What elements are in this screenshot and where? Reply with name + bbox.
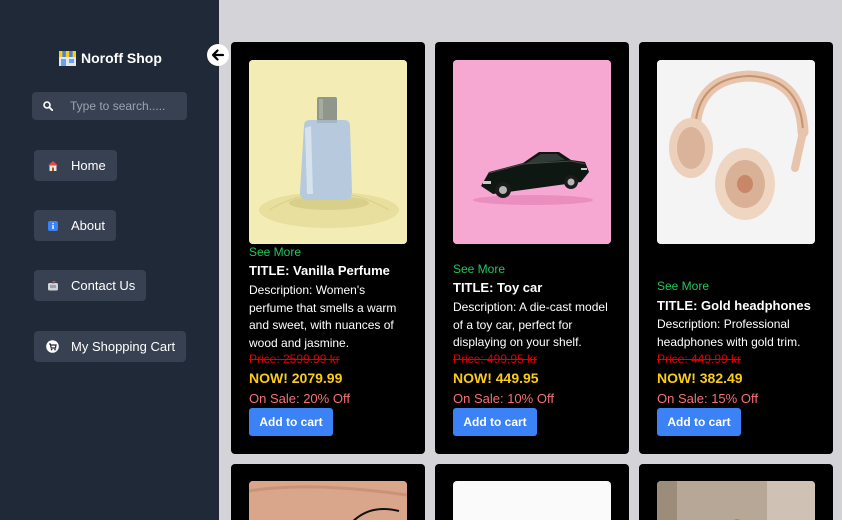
product-title: TITLE: Toy car — [453, 280, 543, 295]
cart-icon — [46, 340, 59, 353]
product-card: See More TITLE: Toy car Description: A d… — [435, 42, 629, 454]
nav-cart-label: My Shopping Cart — [71, 339, 176, 354]
product-title: TITLE: Vanilla Perfume — [249, 263, 390, 278]
brand-name: Noroff Shop — [81, 50, 162, 66]
product-card — [231, 464, 425, 520]
sale-badge: On Sale: 10% Off — [453, 391, 554, 406]
old-price: Price: 2599.99 kr — [249, 352, 340, 366]
arrow-left-icon — [211, 49, 225, 61]
product-image[interactable] — [657, 481, 815, 520]
nav-about-label: About — [71, 218, 105, 233]
search-icon — [43, 101, 53, 111]
mailbox-icon — [46, 279, 59, 292]
now-price: NOW! 2079.99 — [249, 370, 343, 386]
now-price: NOW! 449.95 — [453, 370, 539, 386]
store-icon — [59, 51, 76, 66]
add-to-cart-button[interactable]: Add to cart — [249, 408, 333, 436]
old-price: Price: 449.99 kr — [657, 352, 742, 366]
product-image[interactable] — [249, 481, 407, 520]
product-card — [639, 464, 833, 520]
search-input[interactable] — [70, 99, 185, 113]
product-image-perfume[interactable] — [249, 60, 407, 244]
see-more-link[interactable]: See More — [453, 262, 505, 276]
collapse-sidebar-button[interactable] — [207, 44, 229, 66]
sale-badge: On Sale: 20% Off — [249, 391, 350, 406]
nav-about-button[interactable]: About — [34, 210, 116, 241]
nav-cart-button[interactable]: My Shopping Cart — [34, 331, 187, 362]
product-description: Description: Professional headphones wit… — [657, 317, 801, 349]
home-icon — [46, 159, 59, 172]
now-price: NOW! 382.49 — [657, 370, 743, 386]
product-description: Description: Women's perfume that smells… — [249, 283, 397, 350]
nav-home-button[interactable]: Home — [34, 150, 117, 181]
see-more-link[interactable]: See More — [657, 279, 709, 293]
sale-badge: On Sale: 15% Off — [657, 391, 758, 406]
see-more-link[interactable]: See More — [249, 245, 301, 259]
info-icon — [46, 219, 59, 232]
sidebar: Noroff Shop Home About Contact Us My Sho… — [0, 0, 219, 520]
product-image-headphones[interactable] — [657, 60, 815, 244]
search-box — [32, 92, 187, 120]
brand[interactable]: Noroff Shop — [58, 49, 162, 67]
add-to-cart-button[interactable]: Add to cart — [657, 408, 741, 436]
add-to-cart-button[interactable]: Add to cart — [453, 408, 537, 436]
product-image-toy-car[interactable] — [453, 60, 611, 244]
product-card: See More TITLE: Gold headphones Descript… — [639, 42, 833, 454]
product-title: TITLE: Gold headphones — [657, 298, 811, 313]
product-card — [435, 464, 629, 520]
nav-contact-label: Contact Us — [71, 278, 136, 293]
product-card: See More TITLE: Vanilla Perfume Descript… — [231, 42, 425, 454]
product-image[interactable] — [453, 481, 611, 520]
old-price: Price: 499.95 kr — [453, 352, 538, 366]
nav-contact-button[interactable]: Contact Us — [34, 270, 147, 301]
nav-home-label: Home — [71, 158, 106, 173]
product-description: Description: A die-cast model of a toy c… — [453, 300, 608, 349]
